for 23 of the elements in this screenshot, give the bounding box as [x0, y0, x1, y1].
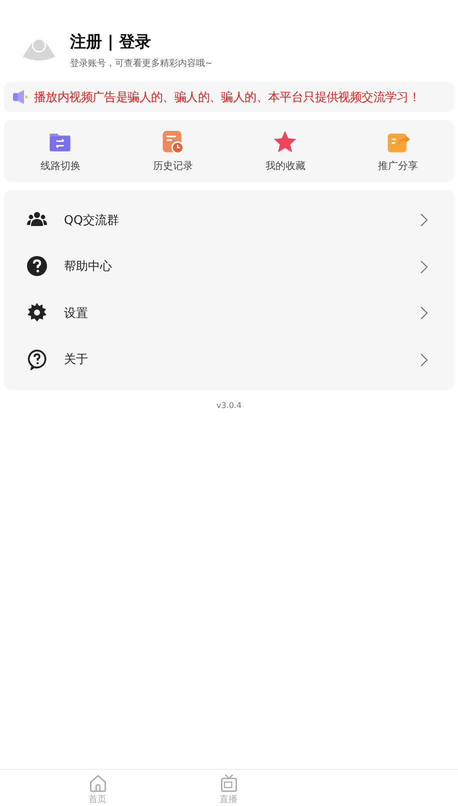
menu-item[interactable]: 关于 — [4, 336, 454, 383]
shortcut-item[interactable]: 历史记录 — [116, 129, 229, 173]
shortcut-item[interactable]: 我的收藏 — [229, 129, 342, 173]
shortcut-item[interactable]: 推广分享 — [342, 129, 454, 173]
star-icon — [272, 129, 298, 155]
notice-text: 播放内视频广告是骗人的、骗人的、骗人的、本平台只提供视频交流学习！ — [34, 88, 420, 106]
chevron-right-icon — [420, 260, 428, 274]
profile-subtitle: 登录账号，可查看更多精彩内容哦~ — [70, 58, 213, 70]
menu-item[interactable]: QQ交流群 — [4, 197, 454, 244]
chevron-right-icon — [420, 306, 428, 320]
question-bubble-icon — [27, 349, 47, 370]
question-icon — [27, 256, 47, 278]
house-icon — [88, 773, 108, 793]
login-link[interactable]: 注册 | 登录 — [70, 32, 213, 53]
tv-icon — [218, 773, 238, 793]
chevron-right-icon — [420, 352, 428, 367]
shortcut-item[interactable]: 线路切换 — [4, 129, 116, 173]
chevron-right-icon — [420, 213, 428, 228]
version-label: v3.0.4 — [215, 401, 243, 410]
gear-icon — [27, 302, 47, 324]
speaker-icon — [12, 89, 28, 105]
menu-item[interactable]: 设置 — [4, 290, 454, 336]
menu-item[interactable]: 帮助中心 — [4, 244, 454, 290]
